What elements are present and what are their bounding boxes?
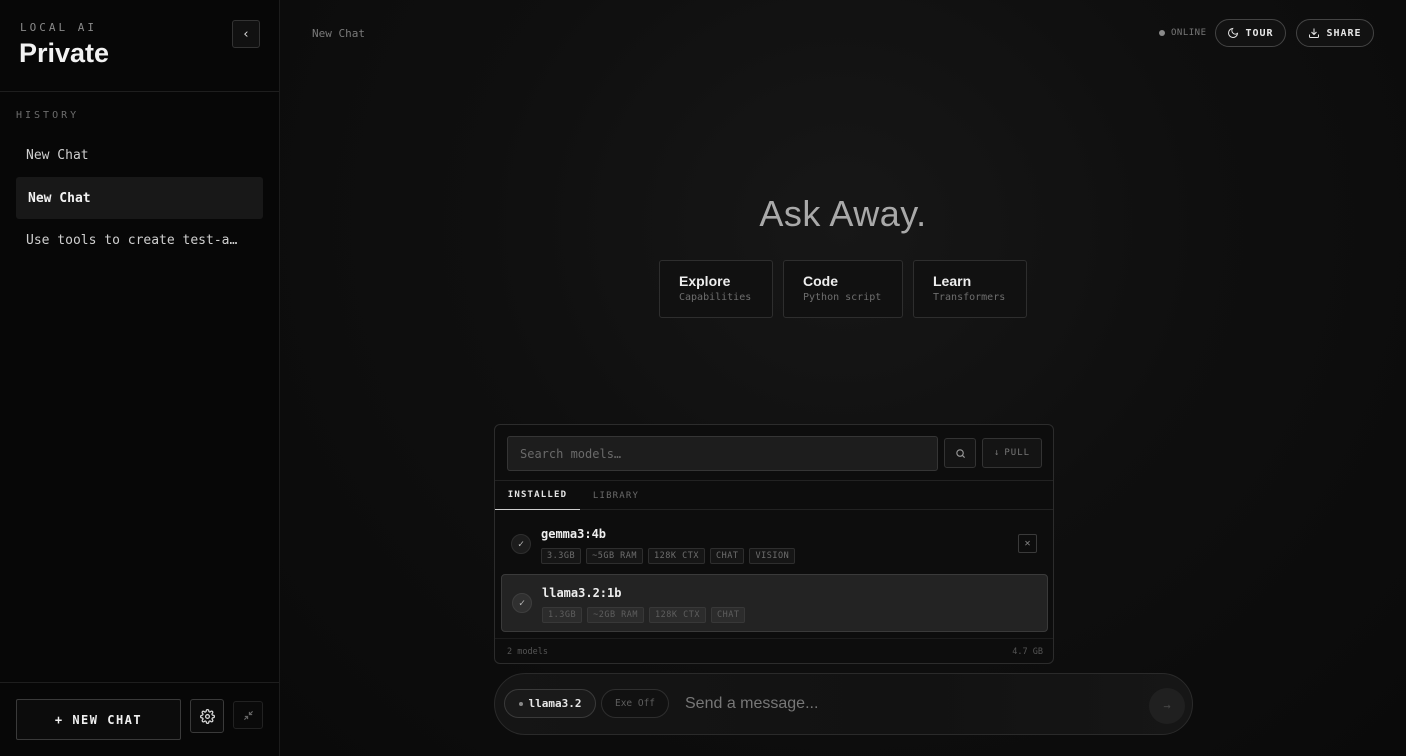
model-tag: 1.3GB [542,607,583,623]
exec-toggle-chip[interactable]: Exe Off [601,689,669,718]
model-tags: 3.3GB ~5GB RAM 128K CTX CHAT VISION [541,548,796,564]
suggestion-card-code[interactable]: Code Python script [783,260,903,318]
model-tag: 128K CTX [649,607,706,623]
model-tags: 1.3GB ~2GB RAM 128K CTX CHAT [542,607,746,623]
share-button[interactable]: SHARE [1296,19,1374,47]
model-search-input[interactable] [507,436,938,471]
close-icon: ✕ [1024,538,1031,549]
chip-dot [518,701,523,706]
check-icon: ✓ [512,593,532,613]
history-item-active[interactable]: New Chat [16,177,263,219]
settings-button[interactable] [190,699,224,733]
history-item[interactable]: New Chat [16,134,263,176]
model-row-gemma3[interactable]: ✓ gemma3:4b 3.3GB ~5GB RAM 128K CTX CHAT… [501,516,1048,574]
suggestion-title: Code [803,273,838,289]
model-tag: ~5GB RAM [586,548,644,564]
main-area: New Chat ONLINE TOUR SHARE Ask Away. Exp… [280,0,1406,756]
model-tag: 3.3GB [541,548,582,564]
history-item[interactable]: Use tools to create test-a… [16,219,263,261]
minimize-button[interactable] [233,701,263,729]
share-label: SHARE [1326,27,1362,39]
sidebar: LOCAL AI Private ‹ HISTORY New Chat New … [0,0,280,756]
model-selector-chip[interactable]: llama3.2 [504,689,596,718]
sidebar-bottom-divider [0,682,279,683]
model-name: gemma3:4b [541,527,607,541]
suggestion-subtitle: Capabilities [679,292,752,303]
model-count: 2 models [507,647,548,657]
breadcrumb: New Chat [312,27,365,40]
status-dot [1159,30,1165,36]
model-name: llama3.2:1b [542,586,622,600]
sidebar-divider [0,91,279,92]
moon-icon [1228,27,1239,38]
message-input[interactable] [685,692,1125,716]
chevron-left-icon: ‹ [242,26,250,42]
collapse-sidebar-button[interactable]: ‹ [232,20,260,48]
model-tag: VISION [749,548,796,564]
brand-title: Private [19,38,110,68]
status-indicator: ONLINE [1159,28,1207,38]
suggestion-subtitle: Python script [803,292,882,303]
tour-label: TOUR [1245,27,1274,39]
search-button[interactable] [944,438,976,468]
total-size: 4.7 GB [1012,647,1043,657]
suggestion-card-explore[interactable]: Explore Capabilities [659,260,773,318]
history-label: HISTORY [16,110,80,121]
model-tag: 128K CTX [648,548,705,564]
pull-button[interactable]: ↓ PULL [982,438,1042,468]
hero-title: Ask Away. [759,193,927,234]
suggestion-title: Explore [679,273,731,289]
status-label: ONLINE [1171,28,1207,38]
send-button[interactable]: → [1149,688,1185,724]
arrow-down-icon: ↓ [993,448,1001,458]
model-chip-label: llama3.2 [528,697,582,710]
tour-button[interactable]: TOUR [1215,19,1286,47]
model-tag: CHAT [710,548,745,564]
search-icon [955,448,965,458]
new-chat-button[interactable]: + NEW CHAT [16,699,181,740]
download-icon [1309,28,1320,38]
suggestion-card-learn[interactable]: Learn Transformers [913,260,1027,318]
suggestion-subtitle: Transformers [933,292,1006,303]
brand-subtitle: LOCAL AI [20,21,97,34]
model-tag: ~2GB RAM [587,607,645,623]
arrow-right-icon: → [1163,699,1171,713]
pull-label: PULL [1004,448,1031,458]
model-tag: CHAT [711,607,746,623]
remove-model-button[interactable]: ✕ [1018,534,1037,553]
model-tabs: INSTALLED LIBRARY [495,480,1053,510]
check-icon: ✓ [511,534,531,554]
model-picker-panel: ↓ PULL INSTALLED LIBRARY ✓ gemma3:4b 3.3… [494,424,1054,664]
tab-installed[interactable]: INSTALLED [495,481,580,510]
model-row-llama3-selected[interactable]: ✓ llama3.2:1b 1.3GB ~2GB RAM 128K CTX CH… [501,574,1048,632]
collapse-arrows-icon [243,710,253,720]
suggestion-title: Learn [933,273,972,289]
tab-library[interactable]: LIBRARY [580,481,652,510]
gear-icon [199,708,215,724]
message-composer: llama3.2 Exe Off → [494,673,1193,735]
model-panel-footer: 2 models 4.7 GB [495,638,1053,663]
